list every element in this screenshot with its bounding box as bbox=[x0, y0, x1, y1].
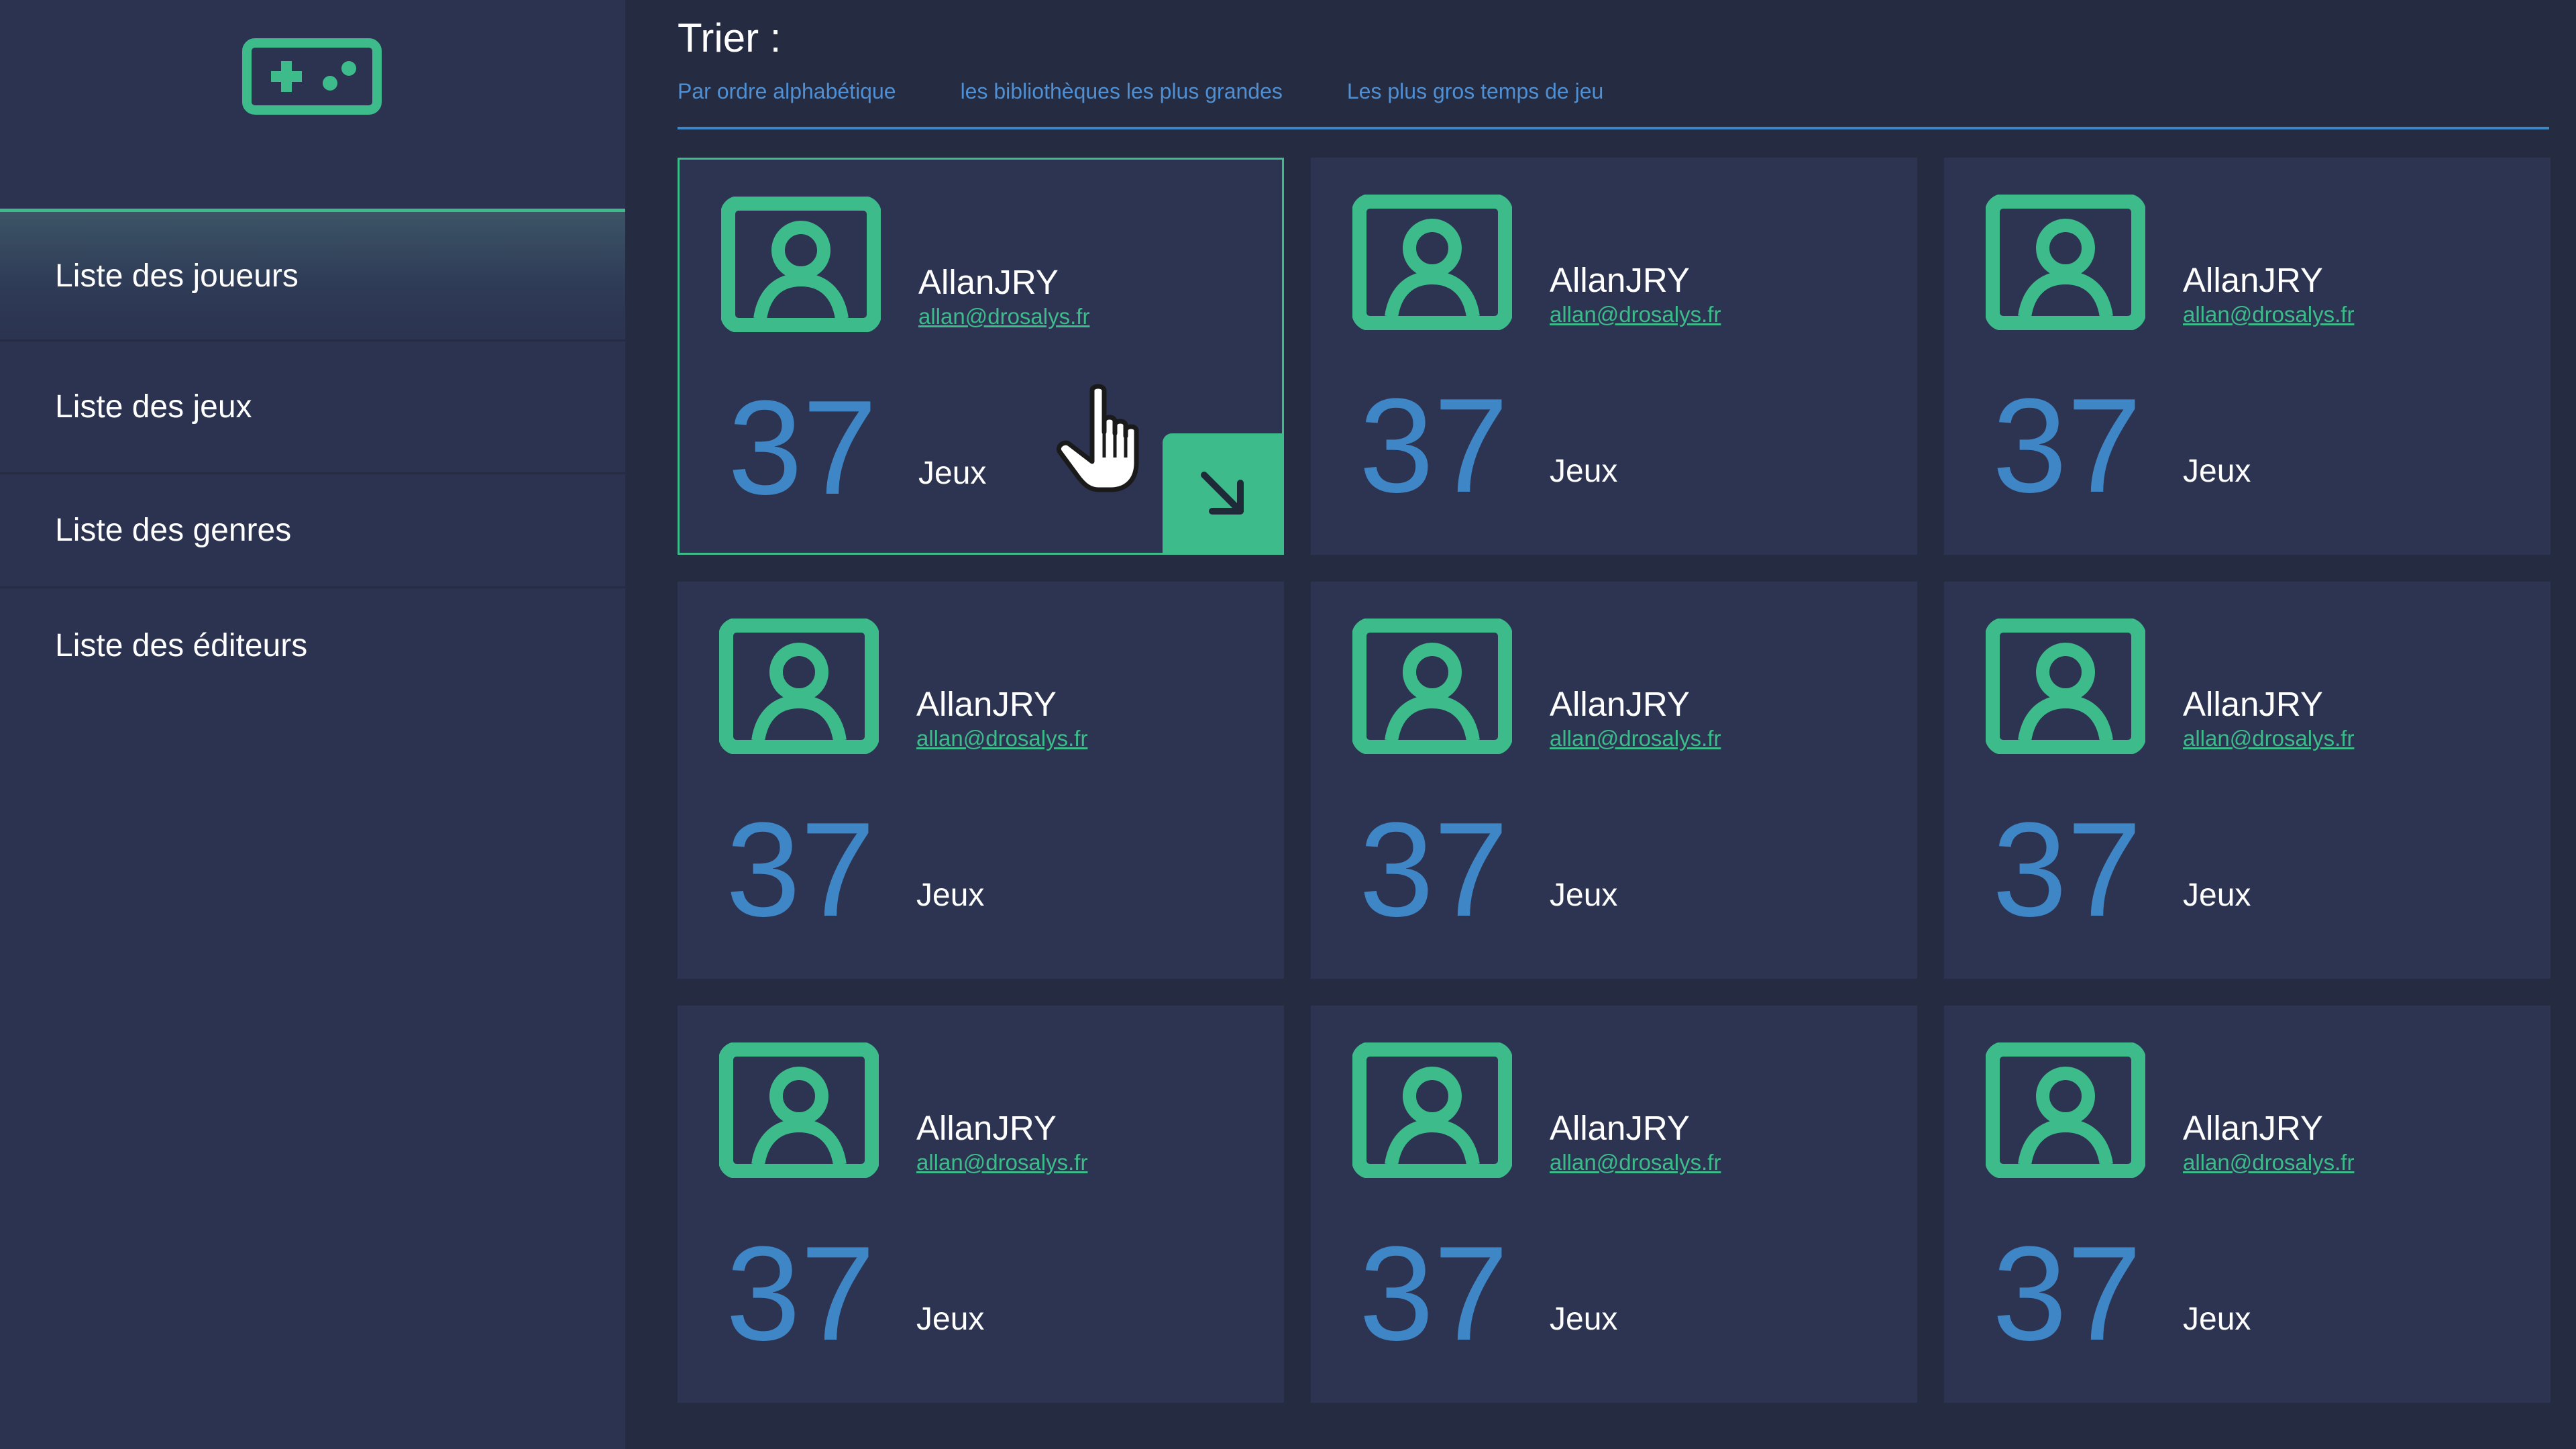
sort-options: Par ordre alphabétique les bibliothèques… bbox=[678, 79, 1603, 104]
player-email[interactable]: allan@drosalys.fr bbox=[918, 304, 1089, 329]
user-portrait-icon bbox=[1986, 195, 2145, 330]
sort-option-alphabetical[interactable]: Par ordre alphabétique bbox=[678, 79, 896, 104]
sidebar: Liste des joueurs Liste des jeux Liste d… bbox=[0, 0, 625, 1449]
game-count: 37 bbox=[1359, 1219, 1509, 1368]
game-count-unit: Jeux bbox=[1550, 877, 1618, 913]
sidebar-item-jeux[interactable]: Liste des jeux bbox=[0, 341, 625, 474]
user-portrait-icon bbox=[721, 197, 881, 332]
game-count: 37 bbox=[1992, 1219, 2142, 1368]
divider bbox=[678, 127, 2549, 129]
user-portrait-icon bbox=[1352, 619, 1512, 754]
game-count: 37 bbox=[1359, 371, 1509, 521]
game-count-unit: Jeux bbox=[916, 1301, 985, 1337]
player-email[interactable]: allan@drosalys.fr bbox=[2183, 726, 2354, 751]
player-email[interactable]: allan@drosalys.fr bbox=[916, 1150, 1087, 1175]
player-email[interactable]: allan@drosalys.fr bbox=[2183, 1150, 2354, 1175]
sidebar-item-label: Liste des éditeurs bbox=[55, 627, 308, 663]
arrow-down-right-icon bbox=[1201, 472, 1244, 515]
player-card[interactable]: AllanJRY allan@drosalys.fr 37 Jeux bbox=[678, 158, 1284, 555]
player-name: AllanJRY bbox=[2183, 685, 2323, 723]
player-name: AllanJRY bbox=[2183, 261, 2323, 299]
player-card[interactable]: AllanJRY allan@drosalys.fr 37 Jeux bbox=[1944, 582, 2551, 979]
player-name: AllanJRY bbox=[2183, 1109, 2323, 1147]
user-portrait-icon bbox=[1986, 1042, 2145, 1178]
game-count-unit: Jeux bbox=[2183, 877, 2251, 913]
game-count: 37 bbox=[1992, 371, 2142, 521]
game-count-unit: Jeux bbox=[916, 877, 985, 913]
game-count-unit: Jeux bbox=[2183, 1301, 2251, 1337]
sidebar-item-editeurs[interactable]: Liste des éditeurs bbox=[0, 588, 625, 702]
sort-option-largest-libraries[interactable]: les bibliothèques les plus grandes bbox=[961, 79, 1283, 104]
sidebar-item-genres[interactable]: Liste des genres bbox=[0, 474, 625, 588]
game-count: 37 bbox=[1359, 795, 1509, 945]
player-card[interactable]: AllanJRY allan@drosalys.fr 37 Jeux bbox=[1311, 1006, 1917, 1403]
player-card[interactable]: AllanJRY allan@drosalys.fr 37 Jeux bbox=[1944, 1006, 2551, 1403]
player-name: AllanJRY bbox=[1550, 1109, 1690, 1147]
game-count: 37 bbox=[726, 795, 875, 945]
player-name: AllanJRY bbox=[1550, 261, 1690, 299]
player-card[interactable]: AllanJRY allan@drosalys.fr 37 Jeux bbox=[678, 1006, 1284, 1403]
user-portrait-icon bbox=[1352, 195, 1512, 330]
sidebar-item-label: Liste des jeux bbox=[55, 389, 252, 425]
player-email[interactable]: allan@drosalys.fr bbox=[1550, 1150, 1721, 1175]
game-count: 37 bbox=[726, 1219, 875, 1368]
game-count-unit: Jeux bbox=[2183, 453, 2251, 489]
player-email[interactable]: allan@drosalys.fr bbox=[1550, 302, 1721, 327]
user-portrait-icon bbox=[1986, 619, 2145, 754]
user-portrait-icon bbox=[1352, 1042, 1512, 1178]
player-card[interactable]: AllanJRY allan@drosalys.fr 37 Jeux bbox=[678, 582, 1284, 979]
sidebar-item-joueurs[interactable]: Liste des joueurs bbox=[0, 209, 625, 341]
open-player-button[interactable] bbox=[1163, 433, 1282, 553]
game-count: 37 bbox=[1992, 795, 2142, 945]
player-card[interactable]: AllanJRY allan@drosalys.fr 37 Jeux bbox=[1944, 158, 2551, 555]
player-email[interactable]: allan@drosalys.fr bbox=[2183, 302, 2354, 327]
game-count-unit: Jeux bbox=[918, 455, 987, 491]
player-card[interactable]: AllanJRY allan@drosalys.fr 37 Jeux bbox=[1311, 582, 1917, 979]
gamepad-icon[interactable] bbox=[241, 38, 382, 115]
player-email[interactable]: allan@drosalys.fr bbox=[916, 726, 1087, 751]
player-name: AllanJRY bbox=[916, 685, 1057, 723]
game-count-unit: Jeux bbox=[1550, 453, 1618, 489]
sidebar-nav: Liste des joueurs Liste des jeux Liste d… bbox=[0, 209, 625, 702]
user-portrait-icon bbox=[719, 1042, 879, 1178]
sort-title: Trier : bbox=[678, 15, 782, 60]
user-portrait-icon bbox=[719, 619, 879, 754]
sidebar-item-label: Liste des genres bbox=[55, 513, 292, 548]
game-count: 37 bbox=[728, 373, 877, 523]
player-name: AllanJRY bbox=[918, 263, 1059, 301]
player-email[interactable]: allan@drosalys.fr bbox=[1550, 726, 1721, 751]
player-card[interactable]: AllanJRY allan@drosalys.fr 37 Jeux bbox=[1311, 158, 1917, 555]
hand-pointer-icon bbox=[1057, 384, 1139, 492]
game-count-unit: Jeux bbox=[1550, 1301, 1618, 1337]
player-name: AllanJRY bbox=[1550, 685, 1690, 723]
sort-option-playtime[interactable]: Les plus gros temps de jeu bbox=[1347, 79, 1603, 104]
player-name: AllanJRY bbox=[916, 1109, 1057, 1147]
sidebar-item-label: Liste des joueurs bbox=[55, 258, 299, 294]
